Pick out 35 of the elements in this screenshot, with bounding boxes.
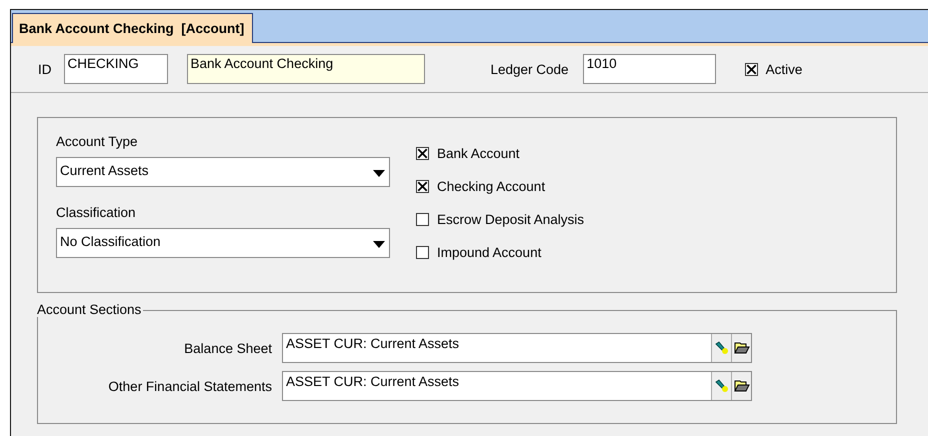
flashlight-button[interactable] xyxy=(711,372,731,400)
form-tab[interactable]: Bank Account Checking [Account] xyxy=(12,13,254,43)
checkbox[interactable] xyxy=(744,62,758,76)
checkbox-label: Checking Account xyxy=(437,179,546,194)
checkbox-label: Escrow Deposit Analysis xyxy=(437,212,584,227)
classification-label: Classification xyxy=(56,205,137,220)
id-label: ID xyxy=(38,62,52,76)
name-field[interactable]: Bank Account Checking xyxy=(186,54,424,84)
account-type-dropdown[interactable]: Current Assets xyxy=(56,157,390,187)
flashlight-icon xyxy=(714,341,728,355)
checkbox-label: Bank Account xyxy=(437,146,520,161)
folder-button[interactable] xyxy=(731,372,751,400)
folder-button[interactable] xyxy=(731,334,751,362)
section-field[interactable]: ASSET CUR: Current Assets xyxy=(282,371,752,401)
caret-icon xyxy=(373,240,385,248)
checkbox-label: Impound Account xyxy=(437,245,542,260)
account-type-label: Account Type xyxy=(56,134,139,149)
checkbox[interactable] xyxy=(416,147,429,160)
ledger-code-field[interactable]: 1010 xyxy=(582,54,716,84)
caret-icon xyxy=(373,170,385,176)
checkbox[interactable] xyxy=(416,246,429,259)
id-field[interactable]: CHECKING xyxy=(64,54,168,84)
flashlight-icon xyxy=(714,379,728,393)
folder-icon xyxy=(734,341,750,355)
ledger-code-label: Ledger Code xyxy=(490,62,569,76)
folder-icon xyxy=(734,379,750,393)
active-label: Active xyxy=(766,62,802,76)
group-title: Account Sections xyxy=(37,302,144,317)
checkbox[interactable] xyxy=(416,213,429,226)
classification-dropdown[interactable]: No Classification xyxy=(56,228,390,258)
checkbox[interactable] xyxy=(416,180,429,193)
section-label: Other Financial Statements xyxy=(107,378,272,394)
section-label: Balance Sheet xyxy=(183,340,272,356)
flashlight-button[interactable] xyxy=(711,334,731,362)
section-field[interactable]: ASSET CUR: Current Assets xyxy=(282,333,752,363)
